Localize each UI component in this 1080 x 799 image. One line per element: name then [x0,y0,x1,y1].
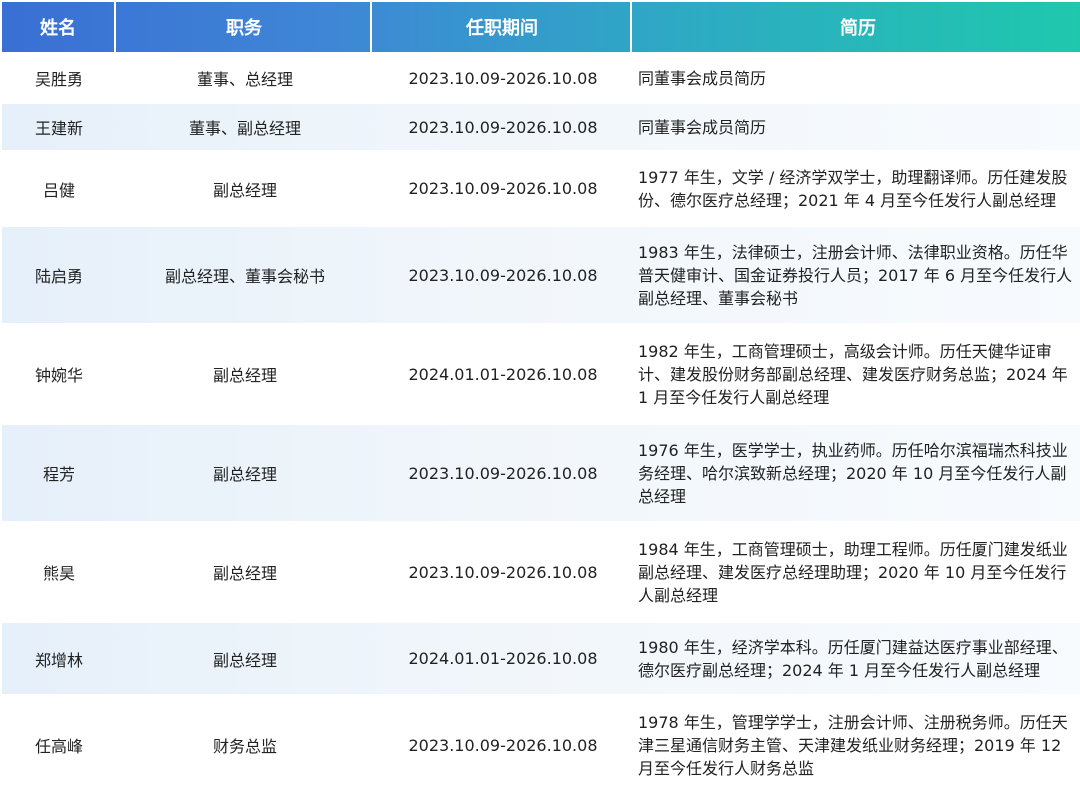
cell-name: 郑增林 [34,650,83,670]
table-row: 吕健 副总经理 2023.10.09-2026.10.08 1977 年生，文学… [2,153,1080,224]
cell-position: 副总经理 [212,465,277,484]
cell-term: 2023.10.09-2026.10.08 [408,735,598,755]
cell-bio: 1976 年生，医学学士，执业药师。历任哈尔滨福瑞杰科技业务经理、哈尔滨致新总经… [638,440,1068,506]
table-row: 钟婉华 副总经理 2024.01.01-2026.10.08 1982 年生，工… [2,326,1080,422]
table-row: 郑增林 副总经理 2024.01.01-2026.10.08 1980 年生，经… [2,623,1080,694]
header-term: 任职期间 [374,2,632,52]
table-row: 任高峰 财务总监 2023.10.09-2026.10.08 1978 年生，管… [2,697,1080,793]
cell-position: 副总经理 [212,564,277,583]
cell-bio: 1982 年生，工商管理硕士，高级会计师。历任天健华证审计、建发股份财务部副总经… [638,341,1068,407]
cell-position: 副总经理 [212,650,277,670]
cell-term: 2023.10.09-2026.10.08 [408,463,598,483]
cell-position: 董事、副总经理 [188,119,301,138]
cell-name: 钟婉华 [34,366,83,385]
cell-name: 程芳 [42,465,75,484]
cell-bio: 1984 年生，工商管理硕士，助理工程师。历任厦门建发纸业副总经理、建发医疗总经… [638,539,1068,605]
table-row: 熊昊 副总经理 2023.10.09-2026.10.08 1984 年生，工商… [2,524,1080,620]
cell-term: 2023.10.09-2026.10.08 [408,562,598,582]
cell-term: 2023.10.09-2026.10.08 [408,179,598,198]
table-row: 陆启勇 副总经理、董事会秘书 2023.10.09-2026.10.08 198… [2,227,1080,323]
cell-term: 2024.01.01-2026.10.08 [408,364,598,384]
cell-name: 吕健 [42,180,75,200]
cell-bio: 1980 年生，经济学本科。历任厦门建益达医疗事业部经理、德尔医疗副总经理；20… [638,637,1068,680]
header-position: 职务 [118,2,372,52]
management-table: 姓名 职务 任职期间 简历 吴胜勇 董事、总经理 2023.10.09-2026… [2,0,1080,799]
table-row: 吴胜勇 董事、总经理 2023.10.09-2026.10.08 同董事会成员简… [2,55,1080,101]
cell-term: 2023.10.09-2026.10.08 [408,68,598,88]
cell-position: 财务总监 [212,737,277,756]
cell-name: 王建新 [34,119,83,138]
cell-name: 任高峰 [34,737,83,756]
header-name: 姓名 [2,2,116,52]
cell-position: 董事、总经理 [196,70,293,89]
cell-position: 副总经理 [212,180,277,200]
cell-bio: 同董事会成员简历 [638,68,767,88]
header-bio: 简历 [840,18,876,39]
cell-bio: 同董事会成员简历 [638,117,767,137]
cell-position: 副总经理、董事会秘书 [164,267,325,286]
cell-bio: 1978 年生，管理学学士，注册会计师、注册税务师。历任天津三星通信财务主管、天… [638,712,1068,778]
table-row: 王建新 董事、副总经理 2023.10.09-2026.10.08 同董事会成员… [2,104,1080,150]
cell-term: 2023.10.09-2026.10.08 [408,117,598,137]
cell-term: 2023.10.09-2026.10.08 [408,265,598,285]
cell-name: 吴胜勇 [34,70,83,89]
cell-position: 副总经理 [212,366,277,385]
cell-bio: 1983 年生，法律硕士，注册会计师、法律职业资格。历任华普天健审计、国金证券投… [638,242,1073,308]
cell-bio: 1977 年生，文学 / 经济学双学士，助理翻译师。历任建发股份、德尔医疗总经理… [638,167,1068,210]
cell-name: 熊昊 [42,564,75,583]
table-row: 程芳 副总经理 2023.10.09-2026.10.08 1976 年生，医学… [2,425,1080,521]
table-header: 姓名 职务 任职期间 简历 [2,2,1080,52]
cell-name: 陆启勇 [34,267,83,286]
cell-term: 2024.01.01-2026.10.08 [408,649,598,668]
